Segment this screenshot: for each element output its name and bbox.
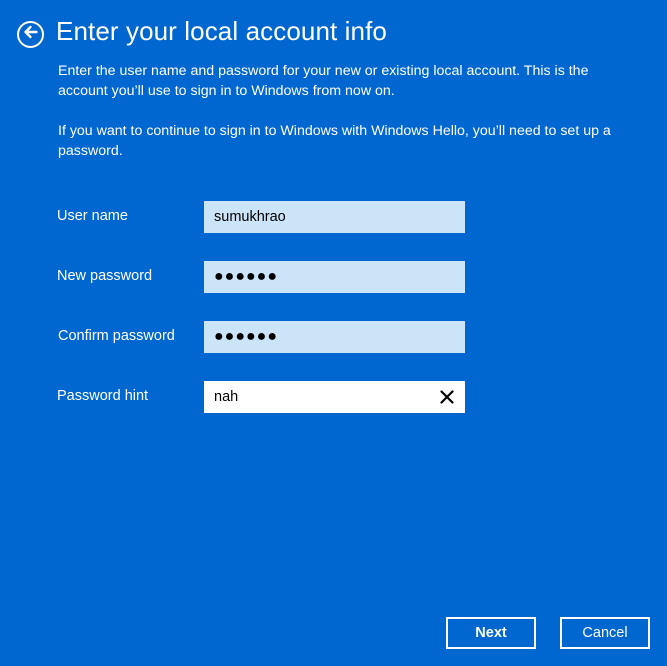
confirm-password-input[interactable]: ●●●●●● <box>204 321 465 353</box>
username-input[interactable]: sumukhrao <box>204 201 465 233</box>
description-paragraph-1: Enter the user name and password for you… <box>58 63 589 99</box>
new-password-value: ●●●●●● <box>214 268 278 285</box>
new-password-input[interactable]: ●●●●●● <box>204 261 465 293</box>
password-hint-input[interactable]: nah <box>204 381 465 413</box>
clear-icon[interactable] <box>439 389 455 405</box>
username-label: User name <box>57 208 128 224</box>
password-hint-label: Password hint <box>57 388 149 404</box>
back-button[interactable] <box>17 21 44 48</box>
confirm-password-label: Confirm password <box>58 328 175 344</box>
description-paragraph-2: If you want to continue to sign in to Wi… <box>58 123 611 159</box>
back-arrow-icon <box>23 25 38 44</box>
new-password-label: New password <box>57 268 153 284</box>
password-hint-value: nah <box>214 389 239 405</box>
next-button[interactable]: Next <box>446 617 536 649</box>
page-title: Enter your local account info <box>56 16 387 46</box>
cancel-button[interactable]: Cancel <box>560 617 650 649</box>
confirm-password-value: ●●●●●● <box>214 328 278 345</box>
username-value: sumukhrao <box>214 209 286 225</box>
